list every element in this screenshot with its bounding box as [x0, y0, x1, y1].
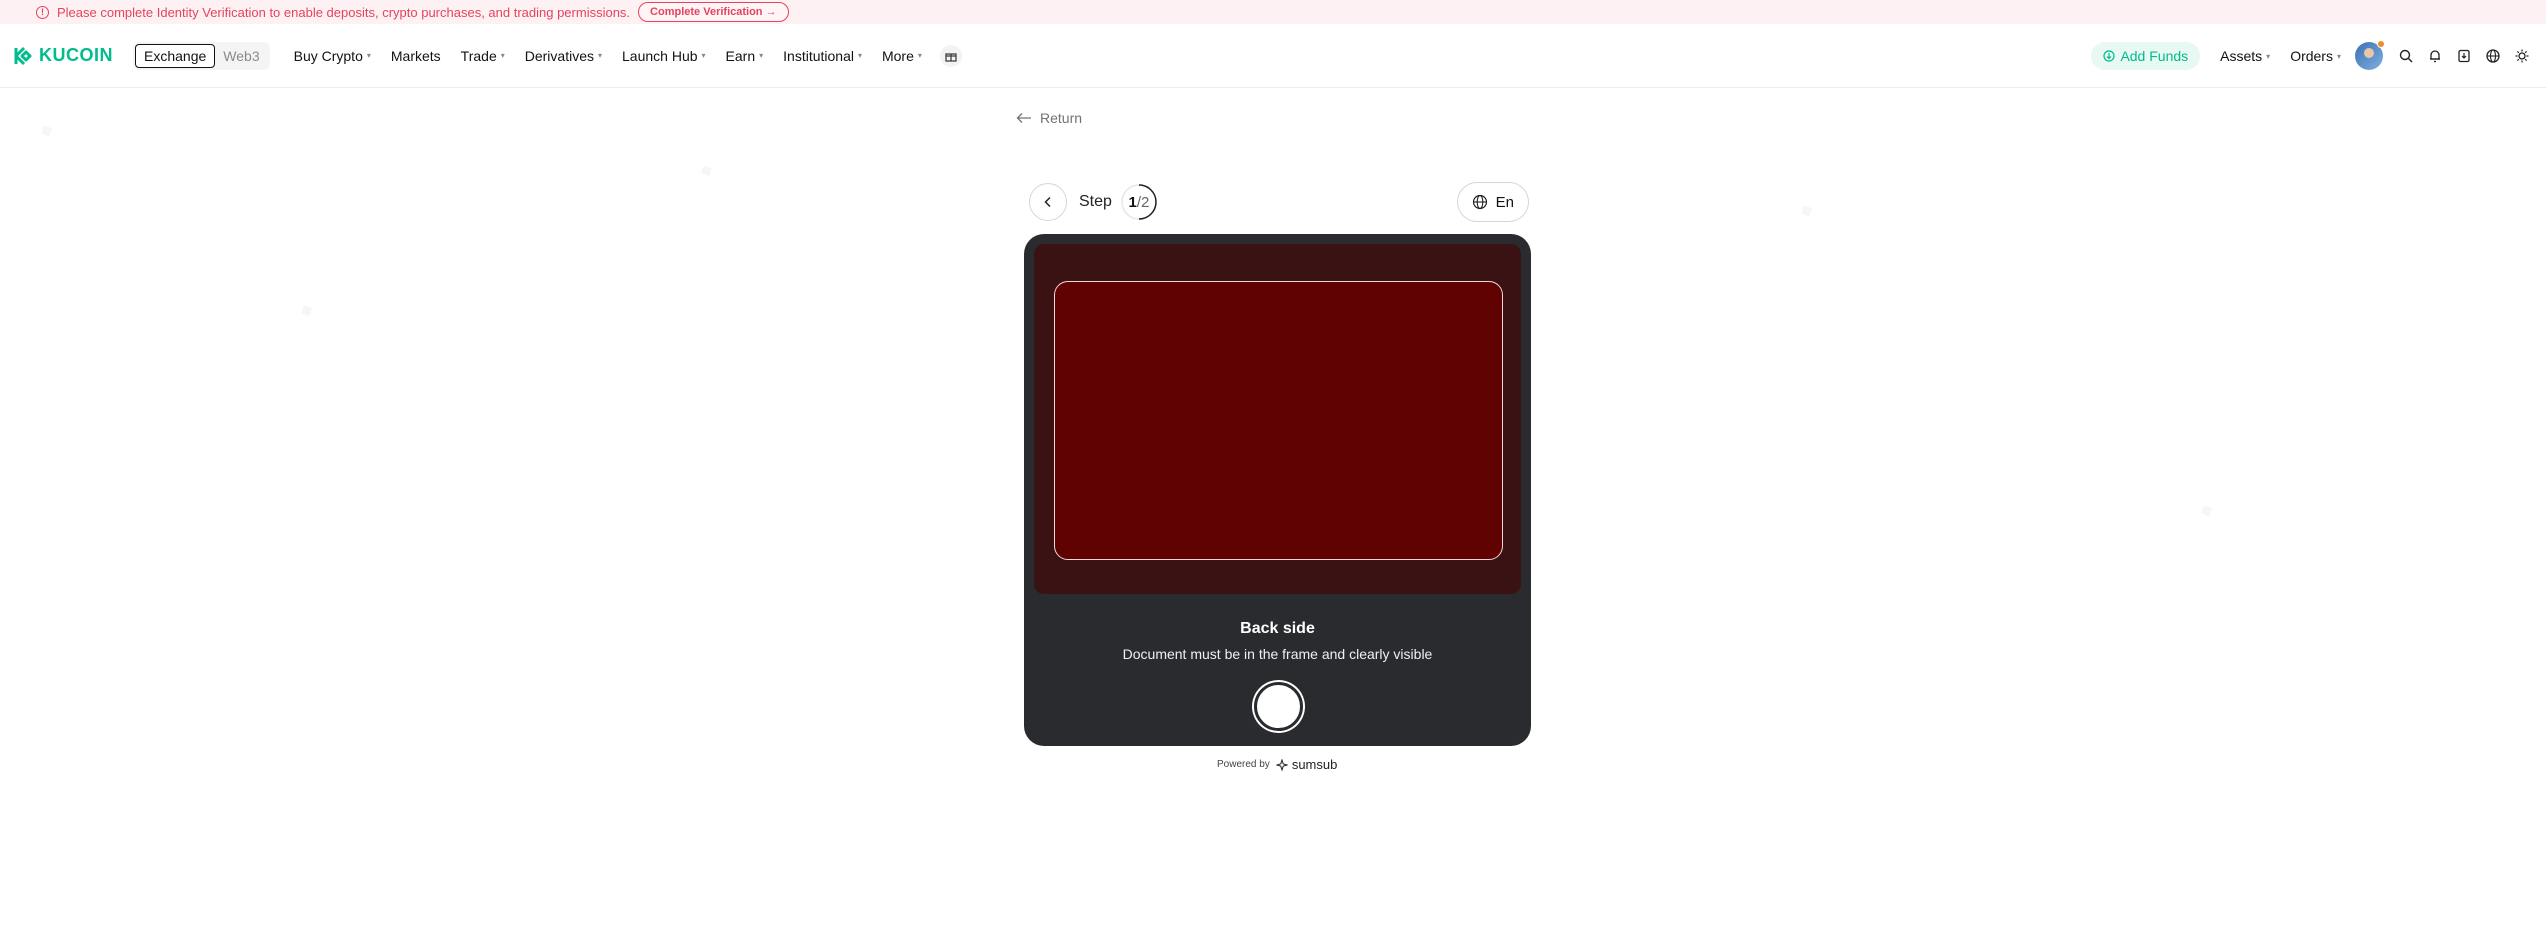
assets-menu[interactable]: Assets ▾	[2220, 48, 2270, 64]
add-funds-button[interactable]: Add Funds	[2091, 42, 2201, 70]
arrow-left-icon	[1016, 113, 1031, 123]
bell-icon[interactable]	[2421, 42, 2449, 70]
language-label: En	[1495, 193, 1514, 211]
chevron-down-icon: ▾	[857, 51, 862, 60]
menu-label: Launch Hub	[622, 47, 698, 64]
verification-banner: ! Please complete Identity Verification …	[0, 0, 2546, 24]
menu-institutional[interactable]: Institutional ▾	[783, 48, 862, 64]
sumsub-logo: sumsub	[1275, 757, 1338, 772]
step-label: Step	[1079, 193, 1112, 210]
menu-markets[interactable]: Markets	[391, 48, 441, 64]
menu-earn[interactable]: Earn ▾	[726, 48, 764, 64]
document-capture-card: Back side Document must be in the frame …	[1024, 234, 1531, 746]
orders-menu[interactable]: Orders ▾	[2290, 48, 2341, 64]
menu-label: More	[881, 47, 914, 64]
menu-more[interactable]: More ▾	[882, 48, 922, 64]
switch-exchange[interactable]: Exchange	[135, 43, 216, 68]
top-nav: KUCOIN Exchange Web3 Buy Crypto ▾ Markets…	[0, 24, 2546, 88]
download-icon	[2103, 50, 2116, 62]
capture-title: Back side	[1240, 620, 1315, 637]
menu-launch-hub[interactable]: Launch Hub ▾	[622, 48, 706, 64]
language-currency-icon[interactable]	[2479, 42, 2507, 70]
sumsub-label: sumsub	[1291, 757, 1338, 772]
logo-text: KUCOIN	[39, 45, 113, 65]
powered-by-label: Powered by	[1217, 759, 1270, 770]
menu-label: Earn	[725, 47, 756, 64]
gift-icon[interactable]	[939, 44, 962, 67]
language-selector[interactable]: En	[1456, 182, 1529, 222]
chevron-down-icon: ▾	[500, 51, 505, 60]
step-progress-ring	[1121, 184, 1157, 220]
chevron-left-icon	[1044, 196, 1051, 208]
chevron-down-icon: ▾	[598, 51, 603, 60]
search-icon[interactable]	[2392, 42, 2420, 70]
menu-label: Buy Crypto	[293, 47, 363, 64]
add-funds-label: Add Funds	[2120, 48, 2189, 64]
orders-label: Orders	[2290, 48, 2333, 64]
back-button[interactable]	[1029, 183, 1067, 221]
chevron-down-icon: ▾	[701, 51, 706, 60]
assets-label: Assets	[2220, 48, 2263, 64]
nav-right: Add Funds Assets ▾ Orders ▾	[2091, 24, 2546, 88]
switch-web3[interactable]: Web3	[215, 44, 267, 68]
sumsub-logo-icon	[1275, 758, 1288, 771]
menu-label: Trade	[460, 47, 497, 64]
capture-shutter-button[interactable]	[1254, 682, 1303, 731]
menu-label: Derivatives	[524, 47, 594, 64]
chevron-down-icon: ▾	[917, 51, 922, 60]
menu-buy-crypto[interactable]: Buy Crypto ▾	[294, 48, 371, 64]
chevron-down-icon: ▾	[2266, 51, 2271, 61]
complete-verification-button[interactable]: Complete Verification →	[638, 2, 789, 22]
menu-label: Markets	[390, 47, 441, 64]
step-bar: Step 1/2 En	[1029, 182, 1529, 222]
powered-by: Powered by sumsub	[1217, 757, 1337, 772]
step-indicator: 1/2	[1120, 183, 1158, 221]
download-app-icon[interactable]	[2450, 42, 2478, 70]
return-label: Return	[1040, 110, 1083, 126]
page: ◆ ◆ ◆ ◆ ◆ ! Please complete Identity Ver…	[0, 0, 2546, 933]
capture-instructions: Document must be in the frame and clearl…	[1122, 646, 1433, 662]
theme-sun-icon[interactable]	[2508, 42, 2536, 70]
menu-label: Institutional	[783, 47, 854, 64]
document-frame	[1054, 281, 1503, 560]
chevron-down-icon: ▾	[366, 51, 371, 60]
notification-dot	[2377, 40, 2385, 48]
kucoin-logo[interactable]: KUCOIN	[13, 45, 113, 66]
main-menu: Buy Crypto ▾ Markets Trade ▾ Derivatives ▾ …	[284, 44, 962, 67]
kucoin-logo-icon	[14, 46, 32, 65]
avatar[interactable]	[2355, 40, 2385, 70]
exchange-web3-switch: Exchange Web3	[133, 41, 270, 70]
alert-icon: !	[36, 5, 49, 19]
chevron-down-icon: ▾	[2336, 51, 2341, 61]
return-link[interactable]: Return	[1016, 110, 1082, 126]
globe-icon	[1472, 194, 1487, 210]
menu-derivatives[interactable]: Derivatives ▾	[525, 48, 602, 64]
banner-message: Please complete Identity Verification to…	[57, 4, 631, 20]
menu-trade[interactable]: Trade ▾	[461, 48, 505, 64]
chevron-down-icon: ▾	[759, 51, 764, 60]
